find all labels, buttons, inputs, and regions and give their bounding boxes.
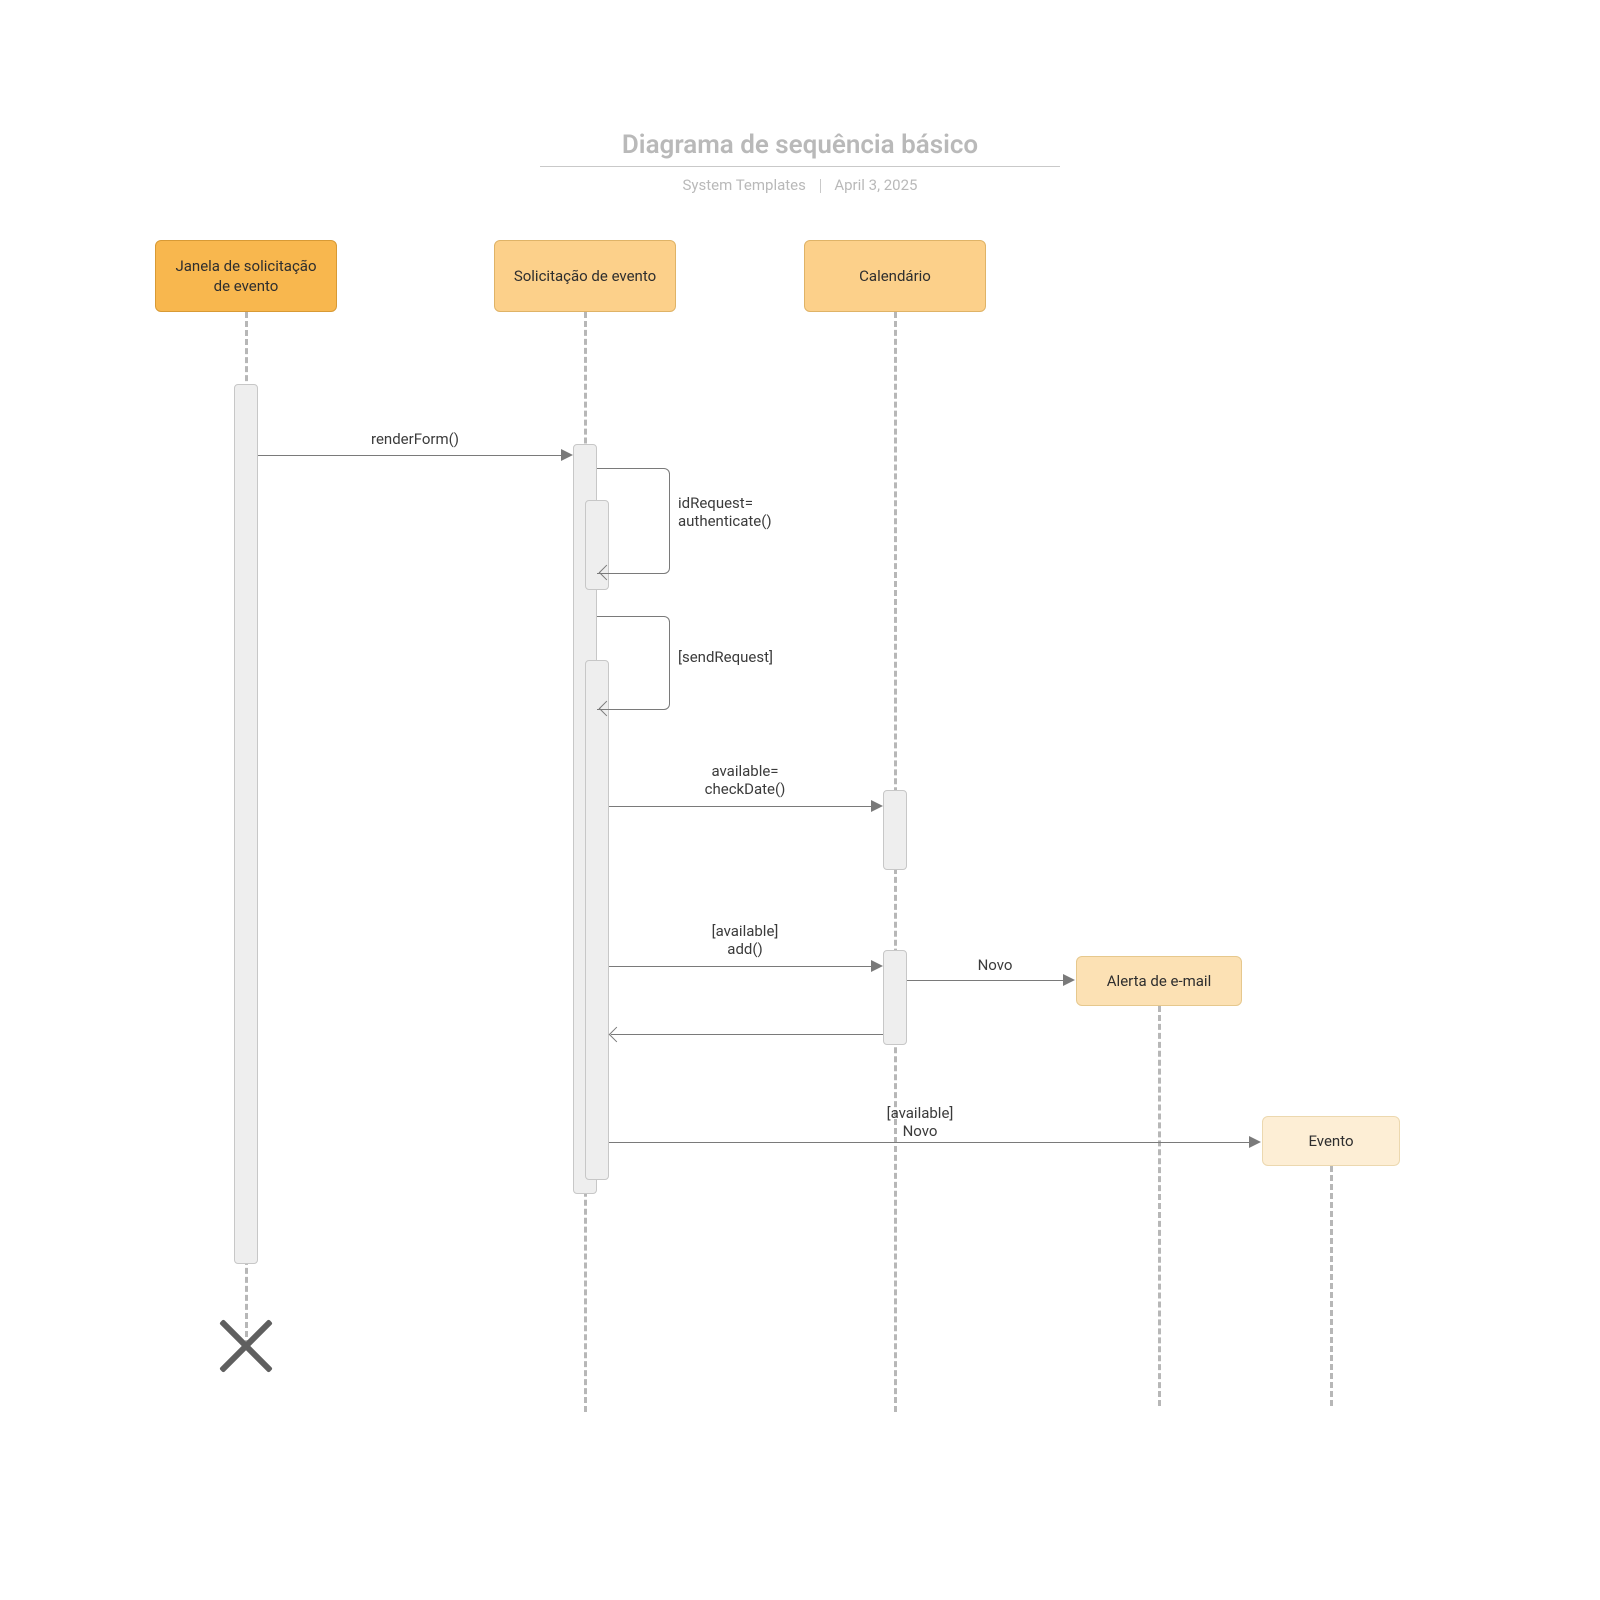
lifeline-a4	[1158, 1006, 1161, 1406]
activation-a1	[234, 384, 258, 1264]
separator-icon	[820, 179, 821, 193]
title-rule	[540, 166, 1060, 167]
self-loop-send	[597, 616, 670, 710]
actor-a1[interactable]: Janela de solicitação de evento	[155, 240, 337, 312]
arrow-right-icon	[1249, 1136, 1261, 1148]
actor-a2[interactable]: Solicitação de evento	[494, 240, 676, 312]
author-label: System Templates	[683, 176, 806, 194]
arrow-line	[609, 966, 873, 967]
message-authenticate: idRequest= authenticate()	[678, 494, 818, 530]
arrow-line	[258, 455, 563, 456]
actor-a3[interactable]: Calendário	[804, 240, 986, 312]
arrow-line	[907, 980, 1065, 981]
arrow-right-icon	[561, 449, 573, 461]
message-send-request: [sendRequest]	[678, 648, 818, 666]
message-add: [available] add()	[640, 922, 850, 958]
diagram-title: Diagrama de sequência básico	[0, 130, 1600, 160]
diagram-subtitle: System Templates April 3, 2025	[0, 176, 1600, 194]
arrow-line	[611, 1034, 883, 1035]
arrow-right-icon	[871, 800, 883, 812]
message-novo-evento: [available] Novo	[820, 1104, 1020, 1140]
activation-a3-add	[883, 950, 907, 1045]
self-loop-auth	[597, 468, 670, 574]
arrow-line	[609, 806, 873, 807]
activation-a3-check	[883, 790, 907, 870]
date-label: April 3, 2025	[834, 176, 917, 194]
message-check-date: available= checkDate()	[640, 762, 850, 798]
actor-a5[interactable]: Evento	[1262, 1116, 1400, 1166]
lifeline-a5	[1330, 1166, 1333, 1406]
arrow-line	[609, 1142, 1251, 1143]
message-render-form: renderForm()	[300, 430, 530, 448]
message-novo-email: Novo	[950, 956, 1040, 974]
diagram-canvas: Diagrama de sequência básico System Temp…	[0, 0, 1600, 1600]
arrow-left-icon	[609, 1027, 625, 1043]
actor-a4[interactable]: Alerta de e-mail	[1076, 956, 1242, 1006]
arrow-right-icon	[1063, 974, 1075, 986]
arrow-right-icon	[871, 960, 883, 972]
activation-a2-send	[585, 660, 609, 1180]
